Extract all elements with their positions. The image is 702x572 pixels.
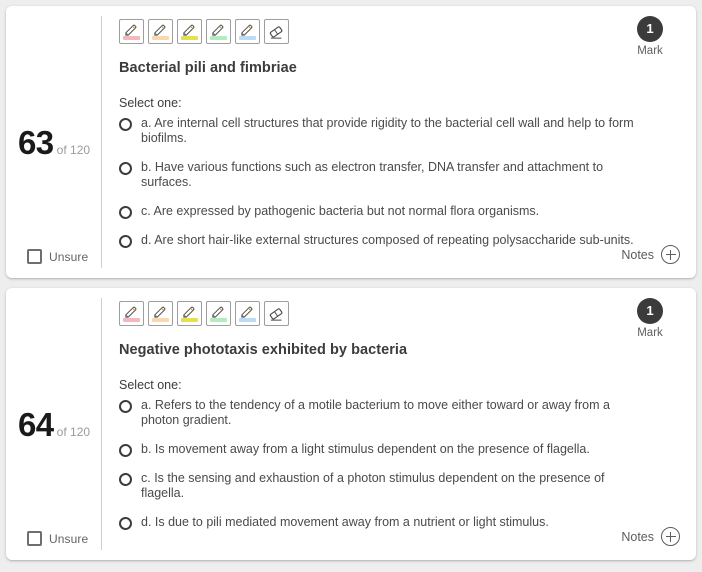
highlighter-green-swatch bbox=[210, 36, 227, 40]
select-one-label: Select one: bbox=[119, 378, 182, 392]
unsure-label: Unsure bbox=[49, 531, 89, 546]
mark-label: Mark bbox=[637, 327, 663, 339]
option-a-label: a. Refers to the tendency of a motile ba… bbox=[141, 398, 610, 427]
highlighter-yellow-swatch bbox=[181, 36, 198, 40]
mark-label: Mark bbox=[637, 45, 663, 57]
highlighter-yellow-button[interactable] bbox=[177, 301, 202, 326]
option-b[interactable]: b. Is movement away from a light stimulu… bbox=[119, 442, 656, 457]
unsure-checkbox[interactable] bbox=[27, 249, 42, 264]
question-rail: 64 of 120 Unsure bbox=[6, 288, 102, 560]
option-d[interactable]: d. Is due to pili mediated movement away… bbox=[119, 515, 656, 530]
question-rail: 63 of 120 Unsure bbox=[6, 6, 102, 278]
option-b-label: b. Is movement away from a light stimulu… bbox=[141, 442, 590, 456]
highlighter-pink-swatch bbox=[123, 36, 140, 40]
options-list: a. Are internal cell structures that pro… bbox=[119, 116, 696, 248]
highlighter-yellow-swatch bbox=[181, 318, 198, 322]
question-body: 1 Mark Negative phototaxis exhibited by … bbox=[102, 288, 696, 560]
option-c-label: c. Are expressed by pathogenic bacteria … bbox=[141, 204, 540, 218]
mark-badge: 1 Mark bbox=[622, 16, 678, 57]
question-number: 63 bbox=[17, 123, 54, 161]
highlighter-orange-button[interactable] bbox=[148, 301, 173, 326]
option-c[interactable]: c. Is the sensing and exhaustion of a ph… bbox=[119, 471, 656, 501]
option-d-radio[interactable] bbox=[119, 235, 132, 248]
option-a-radio[interactable] bbox=[119, 400, 132, 413]
highlighter-toolbar bbox=[119, 301, 696, 326]
unsure-label: Unsure bbox=[49, 249, 89, 264]
option-c-radio[interactable] bbox=[119, 473, 132, 486]
option-a[interactable]: a. Are internal cell structures that pro… bbox=[119, 116, 656, 146]
question-card: 63 of 120 Unsure 1 Mark Bacterial pili a… bbox=[6, 6, 696, 278]
select-one-label: Select one: bbox=[119, 96, 182, 110]
option-a-radio[interactable] bbox=[119, 118, 132, 131]
question-stem: Negative phototaxis exhibited by bacteri… bbox=[119, 342, 408, 358]
option-d[interactable]: d. Are short hair-like external structur… bbox=[119, 233, 656, 248]
question-number: 64 bbox=[17, 405, 54, 443]
notes-button[interactable]: Notes bbox=[621, 527, 680, 546]
option-a-label: a. Are internal cell structures that pro… bbox=[141, 116, 634, 145]
mark-value: 1 bbox=[637, 298, 663, 324]
mark-value: 1 bbox=[637, 16, 663, 42]
highlighter-green-button[interactable] bbox=[206, 19, 231, 44]
option-c-label: c. Is the sensing and exhaustion of a ph… bbox=[141, 471, 605, 500]
unsure-toggle[interactable]: Unsure bbox=[27, 249, 88, 264]
notes-label: Notes bbox=[621, 247, 654, 262]
eraser-button[interactable] bbox=[264, 19, 289, 44]
highlighter-blue-swatch bbox=[239, 36, 256, 40]
highlighter-green-swatch bbox=[210, 318, 227, 322]
highlighter-orange-button[interactable] bbox=[148, 19, 173, 44]
option-b-radio[interactable] bbox=[119, 162, 132, 175]
question-card: 64 of 120 Unsure 1 Mark Negative photota… bbox=[6, 288, 696, 560]
highlighter-orange-swatch bbox=[152, 36, 169, 40]
option-d-label: d. Are short hair-like external structur… bbox=[141, 233, 634, 247]
notes-label: Notes bbox=[621, 529, 654, 544]
option-b-radio[interactable] bbox=[119, 444, 132, 457]
highlighter-blue-button[interactable] bbox=[235, 301, 260, 326]
question-number-block: 63 of 120 bbox=[18, 126, 90, 159]
notes-button[interactable]: Notes bbox=[621, 245, 680, 264]
question-total: of 120 bbox=[56, 142, 91, 157]
highlighter-blue-swatch bbox=[239, 318, 256, 322]
highlighter-toolbar bbox=[119, 19, 696, 44]
highlighter-pink-button[interactable] bbox=[119, 301, 144, 326]
option-b-label: b. Have various functions such as electr… bbox=[141, 160, 604, 189]
highlighter-pink-swatch bbox=[123, 318, 140, 322]
option-c[interactable]: c. Are expressed by pathogenic bacteria … bbox=[119, 204, 656, 219]
highlighter-green-button[interactable] bbox=[206, 301, 231, 326]
mark-badge: 1 Mark bbox=[622, 298, 678, 339]
quiz-page: 63 of 120 Unsure 1 Mark Bacterial pili a… bbox=[0, 0, 702, 572]
eraser-button[interactable] bbox=[264, 301, 289, 326]
plus-icon[interactable] bbox=[661, 245, 680, 264]
question-number-block: 64 of 120 bbox=[18, 408, 90, 441]
option-a[interactable]: a. Refers to the tendency of a motile ba… bbox=[119, 398, 656, 428]
option-d-label: d. Is due to pili mediated movement away… bbox=[141, 515, 549, 529]
options-list: a. Refers to the tendency of a motile ba… bbox=[119, 398, 696, 530]
question-stem: Bacterial pili and fimbriae bbox=[119, 60, 297, 76]
question-total: of 120 bbox=[56, 424, 91, 439]
option-c-radio[interactable] bbox=[119, 206, 132, 219]
question-body: 1 Mark Bacterial pili and fimbriae Selec… bbox=[102, 6, 696, 278]
option-b[interactable]: b. Have various functions such as electr… bbox=[119, 160, 656, 190]
option-d-radio[interactable] bbox=[119, 517, 132, 530]
unsure-toggle[interactable]: Unsure bbox=[27, 531, 88, 546]
highlighter-pink-button[interactable] bbox=[119, 19, 144, 44]
highlighter-orange-swatch bbox=[152, 318, 169, 322]
plus-icon[interactable] bbox=[661, 527, 680, 546]
unsure-checkbox[interactable] bbox=[27, 531, 42, 546]
highlighter-blue-button[interactable] bbox=[235, 19, 260, 44]
highlighter-yellow-button[interactable] bbox=[177, 19, 202, 44]
